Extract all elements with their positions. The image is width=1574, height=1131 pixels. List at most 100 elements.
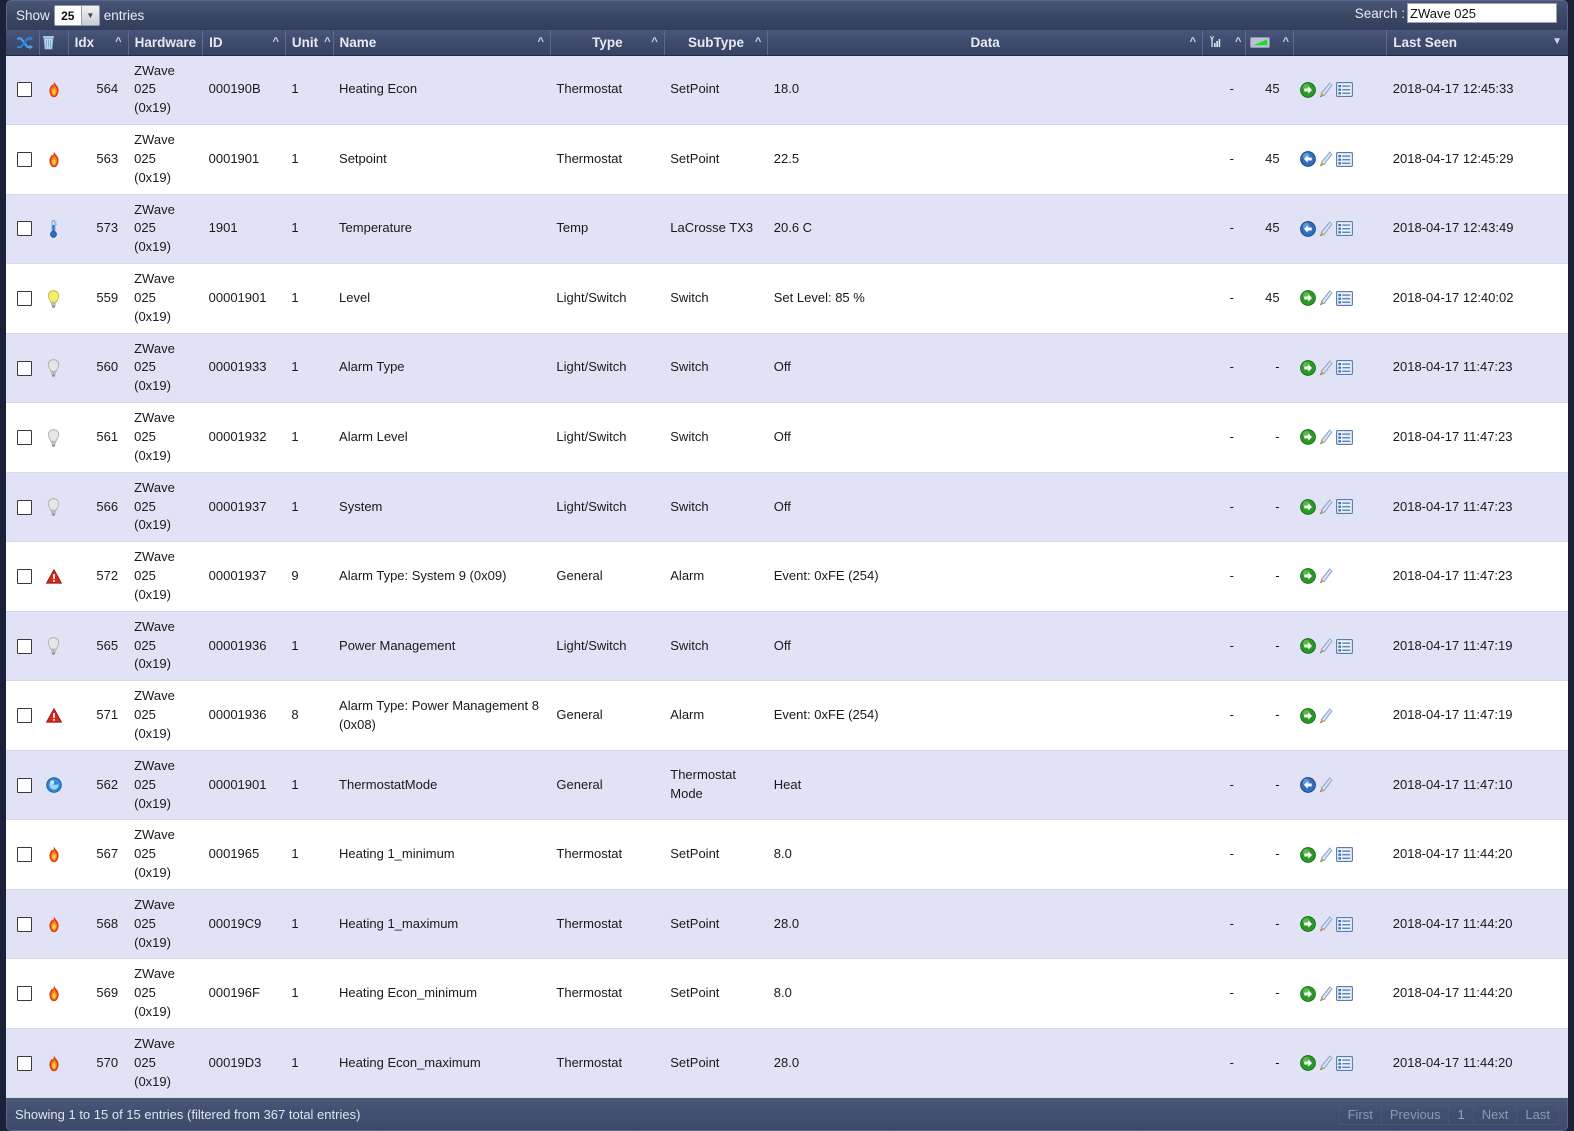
log-icon[interactable]	[1335, 986, 1353, 1002]
pencil-icon[interactable]	[1319, 638, 1333, 654]
shuffle-icon[interactable]	[16, 35, 33, 50]
row-checkbox[interactable]	[17, 360, 33, 376]
trash-icon[interactable]	[42, 35, 55, 50]
row-checkbox[interactable]	[17, 430, 33, 446]
header-data[interactable]: Data ^	[767, 30, 1204, 56]
pencil-icon[interactable]	[1319, 568, 1333, 584]
pencil-icon[interactable]	[1319, 986, 1333, 1002]
log-icon[interactable]	[1335, 290, 1353, 306]
table-row[interactable]: 572 ZWave 025 (0x19) 00001937 9 Alarm Type: S…	[6, 541, 1568, 612]
arrow-right-green[interactable]	[1299, 81, 1316, 98]
log-icon[interactable]	[1335, 429, 1353, 445]
pencil-icon[interactable]	[1319, 221, 1333, 237]
table-row[interactable]: 562 ZWave 025 (0x19) 00001901 1 ThermostatMod…	[6, 750, 1568, 821]
table-row[interactable]: 567 ZWave 025 (0x19) 0001965 1 Heating 1_mini…	[6, 819, 1568, 890]
header-hardware[interactable]: Hardware ^	[128, 30, 209, 56]
table-row[interactable]: 561 ZWave 025 (0x19) 00001932 1 Alarm Level Li…	[6, 402, 1568, 473]
pagination-first[interactable]: First	[1338, 1103, 1381, 1125]
log-icon[interactable]	[1335, 638, 1353, 654]
arrow-right-green[interactable]	[1299, 1055, 1316, 1072]
pencil-icon[interactable]	[1319, 916, 1333, 932]
table-row[interactable]: 570 ZWave 025 (0x19) 00019D3 1 Heating Econ_m…	[6, 1028, 1568, 1099]
arrow-right-green[interactable]	[1299, 499, 1316, 515]
pencil-icon[interactable]	[1319, 429, 1333, 445]
log-icon[interactable]	[1335, 847, 1353, 863]
flame-icon	[47, 985, 61, 1002]
arrow-left-blue[interactable]	[1299, 777, 1316, 793]
log-icon[interactable]	[1335, 151, 1353, 167]
row-checkbox[interactable]	[17, 777, 33, 793]
row-checkbox[interactable]	[17, 986, 33, 1002]
hardware-name: ZWave 025	[134, 62, 175, 97]
arrow-right-green[interactable]	[1299, 707, 1316, 724]
pagination-1[interactable]: 1	[1448, 1103, 1473, 1125]
pagination-previous[interactable]: Previous	[1380, 1103, 1449, 1125]
row-checkbox[interactable]	[17, 1055, 33, 1071]
arrow-right-green[interactable]	[1299, 638, 1316, 654]
table-row[interactable]: 564 ZWave 025 (0x19) 000190B 1 Heating Econ Th…	[6, 55, 1568, 126]
header-type[interactable]: Type ^	[550, 30, 665, 56]
pencil-icon[interactable]	[1319, 846, 1333, 863]
log-icon[interactable]	[1335, 360, 1353, 376]
row-checkbox[interactable]	[17, 221, 33, 237]
arrow-right-green[interactable]	[1299, 290, 1316, 307]
row-type-icon-cell	[39, 333, 69, 404]
log-icon[interactable]	[1335, 916, 1353, 932]
pagination-last[interactable]: Last	[1516, 1103, 1559, 1125]
header-name[interactable]: Name ^	[333, 30, 551, 56]
header-signal[interactable]: ^	[1202, 30, 1247, 56]
page-length-select[interactable]: 25 ▼	[53, 5, 100, 26]
pencil-icon[interactable]	[1319, 151, 1333, 167]
table-row[interactable]: 560 ZWave 025 (0x19) 00001933 1 Alarm Type Lig…	[6, 333, 1568, 404]
row-checkbox[interactable]	[17, 638, 33, 654]
header-unit[interactable]: Unit ^	[285, 30, 334, 56]
log-icon[interactable]	[1335, 1055, 1353, 1071]
log-icon[interactable]	[1335, 221, 1353, 237]
cell-unit: 1	[285, 333, 334, 404]
header-battery[interactable]: ^	[1245, 30, 1295, 56]
table-row[interactable]: 559 ZWave 025 (0x19) 00001901 1 Level Light/Sw…	[6, 263, 1568, 334]
row-checkbox[interactable]	[17, 708, 33, 724]
arrow-right-green[interactable]	[1299, 916, 1316, 932]
table-row[interactable]: 568 ZWave 025 (0x19) 00019C9 1 Heating 1_maxi…	[6, 889, 1568, 960]
cell-id: 00001937	[202, 472, 286, 543]
pencil-icon[interactable]	[1319, 290, 1333, 306]
row-checkbox[interactable]	[17, 499, 33, 515]
log-icon[interactable]	[1335, 499, 1353, 515]
arrow-right-green[interactable]	[1299, 360, 1316, 376]
header-subtype[interactable]: SubType ^	[664, 30, 769, 56]
row-checkbox[interactable]	[17, 847, 33, 863]
row-checkbox[interactable]	[17, 82, 33, 98]
arrow-right-green[interactable]	[1299, 568, 1316, 585]
table-row[interactable]: 573 ZWave 025 (0x19) 1901 1 Temperature Temp La…	[6, 194, 1568, 265]
row-checkbox[interactable]	[17, 569, 33, 585]
arrow-right-green[interactable]	[1299, 429, 1316, 446]
header-select-all[interactable]	[6, 30, 40, 56]
log-icon[interactable]	[1335, 82, 1353, 98]
header-idx[interactable]: Idx ^	[68, 30, 129, 56]
arrow-right-green[interactable]	[1299, 846, 1316, 863]
table-row[interactable]: 566 ZWave 025 (0x19) 00001937 1 System Light/S…	[6, 472, 1568, 543]
pencil-icon[interactable]	[1319, 82, 1333, 98]
table-row[interactable]: 563 ZWave 025 (0x19) 0001901 1 Setpoint Thermo…	[6, 124, 1568, 195]
pagination-next[interactable]: Next	[1472, 1103, 1517, 1125]
table-row[interactable]: 571 ZWave 025 (0x19) 00001936 8 Alarm Type: P…	[6, 680, 1568, 751]
row-checkbox[interactable]	[17, 291, 33, 306]
row-checkbox[interactable]	[17, 151, 33, 167]
pencil-icon[interactable]	[1319, 499, 1333, 515]
header-last-seen[interactable]: Last Seen ▼	[1386, 30, 1568, 56]
table-row[interactable]: 565 ZWave 025 (0x19) 00001936 1 Power Managem…	[6, 611, 1568, 682]
table-row[interactable]: 569 ZWave 025 (0x19) 000196F 1 Heating Econ_m…	[6, 958, 1568, 1029]
arrow-left-blue[interactable]	[1299, 151, 1316, 168]
row-checkbox[interactable]	[17, 916, 33, 932]
search-input[interactable]	[1407, 3, 1557, 23]
pencil-icon[interactable]	[1319, 360, 1333, 376]
arrow-left-blue[interactable]	[1299, 220, 1316, 237]
pencil-icon[interactable]	[1319, 777, 1333, 793]
pencil-icon[interactable]	[1319, 707, 1333, 724]
header-id[interactable]: ID ^	[202, 30, 286, 56]
header-delete-all[interactable]	[39, 30, 69, 56]
cell-id: 000196F	[202, 958, 286, 1029]
pencil-icon[interactable]	[1319, 1055, 1333, 1071]
arrow-right-green[interactable]	[1299, 985, 1316, 1002]
